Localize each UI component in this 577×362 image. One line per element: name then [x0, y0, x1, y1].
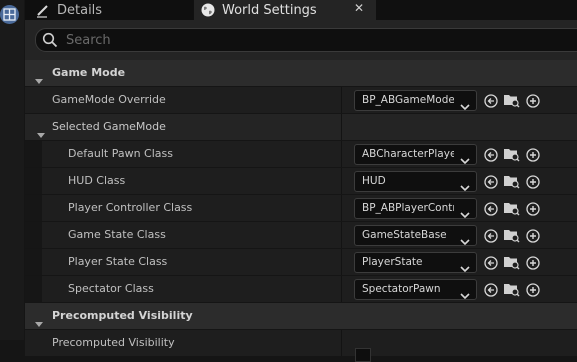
add-plus-icon[interactable]	[526, 147, 540, 162]
browse-folder-icon[interactable]	[503, 147, 520, 162]
browse-folder-icon[interactable]	[503, 255, 520, 270]
property-label: HUD Class	[68, 174, 126, 187]
category-label: Selected GameMode	[52, 120, 166, 133]
use-selected-arrow-icon[interactable]	[484, 93, 498, 108]
chevron-down-icon[interactable]	[460, 285, 470, 299]
chevron-down-icon[interactable]	[460, 96, 470, 110]
tab-world-settings-label: World Settings	[222, 2, 317, 18]
nesting-inset	[25, 249, 42, 275]
property-row: Player State Class PlayerState	[25, 249, 577, 276]
class-combo-box[interactable]: ABCharacterPlayer	[354, 144, 477, 165]
add-plus-icon[interactable]	[526, 93, 540, 108]
use-selected-arrow-icon[interactable]	[484, 282, 498, 297]
property-label: Spectator Class	[68, 282, 154, 295]
category-header[interactable]: Game Mode	[25, 60, 577, 87]
checkbox[interactable]	[355, 348, 371, 362]
property-row: Game State Class GameStateBase	[25, 222, 577, 249]
nesting-inset	[25, 276, 42, 302]
property-row: Spectator Class SpectatorPawn	[25, 276, 577, 303]
use-selected-arrow-icon[interactable]	[484, 201, 498, 216]
use-selected-arrow-icon[interactable]	[484, 174, 498, 189]
use-selected-arrow-icon[interactable]	[484, 147, 498, 162]
property-label: Default Pawn Class	[68, 147, 173, 160]
browse-folder-icon[interactable]	[503, 228, 520, 243]
column-divider	[341, 330, 342, 356]
column-divider	[341, 195, 342, 221]
add-plus-icon[interactable]	[526, 255, 540, 270]
property-row: Default Pawn Class ABCharacterPlayer	[25, 141, 577, 168]
category-label: Game Mode	[52, 66, 126, 79]
nesting-inset	[25, 222, 42, 248]
add-plus-icon[interactable]	[526, 228, 540, 243]
search-input[interactable]	[64, 31, 548, 49]
browse-folder-icon[interactable]	[503, 93, 520, 108]
browse-folder-icon[interactable]	[503, 201, 520, 216]
use-selected-arrow-icon[interactable]	[484, 228, 498, 243]
column-divider	[341, 222, 342, 248]
nesting-inset	[25, 141, 42, 167]
property-label: Game State Class	[68, 228, 166, 241]
close-icon[interactable]: ✕	[354, 1, 364, 15]
subcategory-header[interactable]: Selected GameMode	[25, 114, 577, 141]
nesting-inset	[25, 195, 42, 221]
chevron-down-icon[interactable]	[460, 231, 470, 245]
class-combo-box[interactable]: BP_ABPlayerController	[354, 198, 477, 219]
chevron-down-icon[interactable]	[460, 150, 470, 164]
add-plus-icon[interactable]	[526, 282, 540, 297]
property-rows: Game Mode GameMode Override BP_ABGameMode S…	[25, 60, 577, 362]
category-label: Precomputed Visibility	[52, 309, 193, 322]
category-header[interactable]: Precomputed Visibility	[25, 303, 577, 330]
column-divider	[341, 168, 342, 194]
add-plus-icon[interactable]	[526, 201, 540, 216]
column-divider	[341, 141, 342, 167]
tab-bar: Details World Settings ✕	[25, 0, 577, 20]
details-panel: Details World Settings ✕ Game Mode GameMo…	[25, 0, 577, 362]
combo-value: BP_ABGameMode	[362, 94, 454, 106]
column-divider	[341, 276, 342, 302]
column-divider	[341, 87, 342, 113]
property-row: Player Controller Class BP_ABPlayerContro…	[25, 195, 577, 222]
browse-folder-icon[interactable]	[503, 282, 520, 297]
tab-world-settings[interactable]: World Settings ✕	[194, 0, 376, 20]
left-strip	[0, 0, 24, 340]
class-combo-box[interactable]: HUD	[354, 171, 477, 192]
combo-value: PlayerState	[362, 256, 423, 268]
combo-value: HUD	[362, 175, 386, 187]
search-icon	[42, 32, 58, 48]
grid-icon[interactable]	[0, 5, 19, 24]
column-divider	[341, 249, 342, 275]
property-label: Precomputed Visibility	[52, 336, 175, 349]
class-combo-box[interactable]: PlayerState	[354, 252, 477, 273]
use-selected-arrow-icon[interactable]	[484, 255, 498, 270]
class-combo-box[interactable]: GameStateBase	[354, 225, 477, 246]
property-label: GameMode Override	[52, 93, 166, 106]
pencil-icon	[37, 5, 48, 18]
search-toolbar	[25, 20, 577, 60]
nesting-inset	[25, 168, 42, 194]
globe-icon	[201, 3, 215, 17]
class-combo-box[interactable]: BP_ABGameMode	[354, 90, 477, 111]
search-box[interactable]	[35, 28, 577, 52]
combo-value: ABCharacterPlayer	[362, 148, 454, 160]
column-divider	[341, 114, 342, 140]
add-plus-icon[interactable]	[526, 174, 540, 189]
class-combo-box[interactable]: SpectatorPawn	[354, 279, 477, 300]
combo-value: BP_ABPlayerController	[362, 202, 454, 214]
combo-value: GameStateBase	[362, 229, 447, 241]
chevron-down-icon[interactable]	[460, 177, 470, 191]
property-row: Precomputed Visibility	[25, 330, 577, 362]
property-row: HUD Class HUD	[25, 168, 577, 195]
browse-folder-icon[interactable]	[503, 174, 520, 189]
property-row: GameMode Override BP_ABGameMode	[25, 87, 577, 114]
property-label: Player Controller Class	[68, 201, 193, 214]
chevron-down-icon[interactable]	[460, 258, 470, 272]
tab-details[interactable]: Details	[25, 0, 193, 20]
combo-value: SpectatorPawn	[362, 283, 441, 295]
property-label: Player State Class	[68, 255, 168, 268]
tab-details-label: Details	[57, 2, 103, 18]
chevron-down-icon[interactable]	[460, 204, 470, 218]
